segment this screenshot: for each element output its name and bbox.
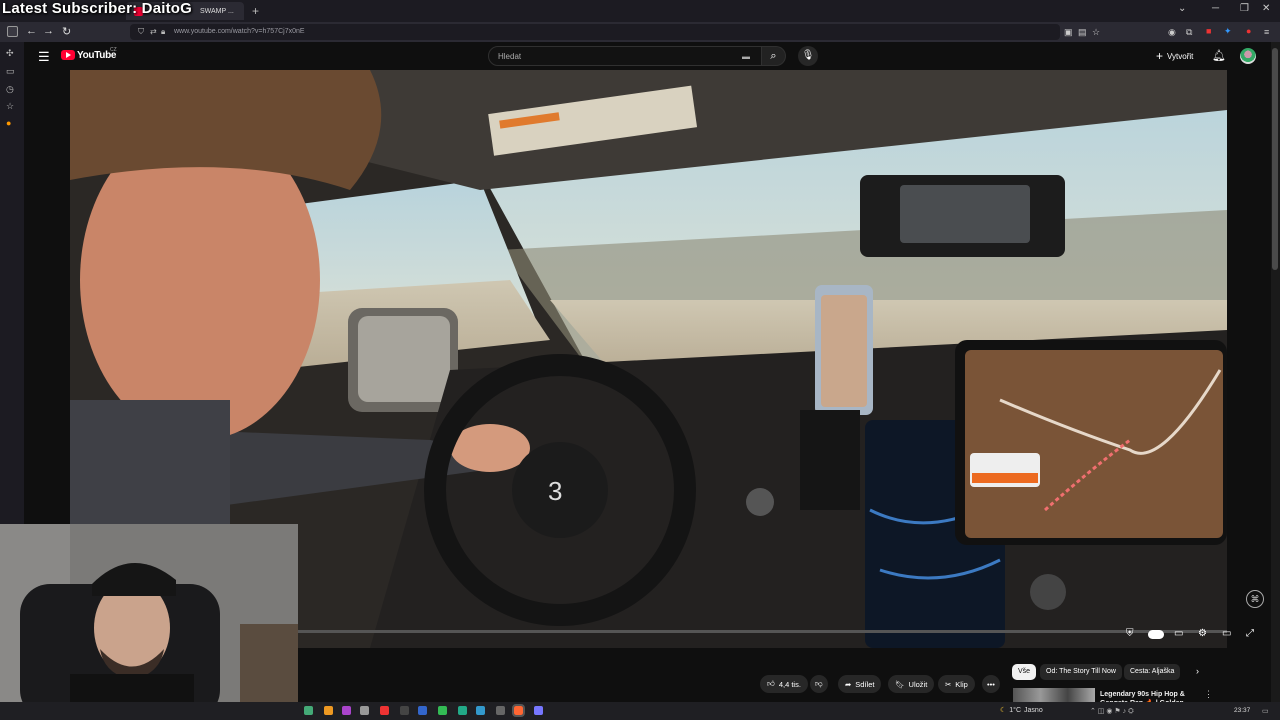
new-tab-button[interactable]: +	[252, 4, 259, 18]
channel-watermark-icon[interactable]: ⌘	[1246, 590, 1264, 608]
scissors-icon: ✂	[945, 679, 952, 689]
like-button[interactable]: 👍︎ 4,4 tis.	[760, 675, 808, 693]
notifications-bell-icon[interactable]: 🔔︎	[1212, 49, 1226, 62]
create-label: Vytvořit	[1167, 51, 1194, 61]
menu-hamburger-icon[interactable]: ≡	[1264, 27, 1269, 37]
page-scrollbar-thumb[interactable]	[1272, 48, 1278, 270]
notification-center-icon[interactable]: ▭	[1262, 707, 1269, 715]
bookmark-star-icon[interactable]: ☆	[1092, 27, 1100, 38]
extension-sidebar-icon[interactable]: ●	[6, 118, 11, 128]
theater-mode-icon[interactable]: ▭	[1222, 628, 1231, 639]
thumbs-up-icon: 👍︎	[767, 679, 775, 688]
avatar[interactable]	[1240, 48, 1256, 64]
taskbar-clock[interactable]: 23:37	[1234, 707, 1250, 714]
search-icon: ⌕	[770, 50, 777, 62]
webcam-image	[0, 524, 298, 720]
create-button[interactable]: + Vytvořit	[1156, 47, 1193, 65]
search-input[interactable]	[488, 46, 762, 66]
os-taskbar	[0, 702, 1280, 720]
recommendation-menu-icon[interactable]: ⋮	[1204, 689, 1213, 700]
taskbar-app-icon[interactable]	[342, 706, 351, 715]
taskbar-app-icon[interactable]	[476, 706, 485, 715]
microphone-icon: 🎙︎	[801, 50, 815, 61]
permissions-icon[interactable]: ⇄	[150, 27, 157, 36]
fullscreen-icon[interactable]: ⤢	[1246, 628, 1254, 639]
guide-menu-icon[interactable]: ☰	[38, 49, 50, 65]
clip-label: Klip	[955, 679, 968, 689]
reader-view-icon[interactable]: ▤	[1078, 27, 1087, 38]
taskbar-app-icon[interactable]	[400, 706, 409, 715]
minimize-button[interactable]: ─	[1212, 3, 1219, 14]
bookmark-icon: 🔖︎	[895, 679, 905, 689]
settings-gear-icon[interactable]: ⚙	[1198, 628, 1207, 639]
close-window-button[interactable]: ✕	[1262, 3, 1270, 14]
weather-widget[interactable]: ☾ 1°C Jasno	[1000, 706, 1043, 715]
extension-youtube-icon[interactable]: ●	[1246, 26, 1251, 36]
share-label: Sdílet	[855, 679, 875, 689]
tray-icons[interactable]: ⌃ ◫ ◉ ⚑ ♪ ⛭	[1090, 707, 1134, 716]
taskbar-app-icon[interactable]	[380, 706, 389, 715]
share-arrow-icon: ➦	[845, 679, 852, 689]
youtube-logo-icon[interactable]	[61, 50, 75, 60]
autoplay-badge-icon[interactable]: ⛨	[1126, 628, 1134, 639]
sidebar-toggle-icon[interactable]	[7, 26, 18, 37]
reload-icon[interactable]: ↻	[62, 25, 71, 38]
dislike-button[interactable]: 👎︎	[810, 675, 828, 693]
clip-button[interactable]: ✂ Klip	[938, 675, 975, 693]
svg-text:3: 3	[548, 476, 562, 506]
lock-icon[interactable]: 🔒︎	[161, 27, 165, 37]
shield-icon[interactable]: ⛉	[138, 27, 144, 37]
maximize-button[interactable]: ❐	[1240, 3, 1249, 14]
search-placeholder[interactable]: Hledat	[498, 52, 521, 61]
search-button[interactable]: ⌕	[762, 46, 786, 66]
moon-icon: ☾	[1000, 707, 1007, 714]
save-button[interactable]: 🔖︎ Uložit	[888, 675, 935, 693]
autoplay-toggle[interactable]	[1148, 630, 1164, 639]
streamer-webcam	[0, 524, 298, 720]
weather-desc: Jasno	[1024, 706, 1043, 714]
bookmarks-icon[interactable]: ☆	[6, 101, 14, 112]
more-actions-button[interactable]: •••	[982, 675, 1000, 693]
save-label: Uložit	[908, 679, 928, 689]
voice-search-button[interactable]: 🎙︎	[798, 46, 818, 66]
picture-in-picture-icon[interactable]: ▣	[1064, 27, 1073, 38]
extension-red-icon[interactable]: ■	[1206, 26, 1211, 36]
subtitles-icon[interactable]: ▭	[1174, 628, 1183, 639]
more-dots-icon: •••	[987, 679, 995, 689]
tab-list-chevron-icon[interactable]: ⌄	[1178, 3, 1186, 14]
history-icon[interactable]: ◷	[6, 84, 14, 95]
forward-arrow-icon[interactable]: →	[43, 25, 54, 37]
stream-subscriber-overlay: Latest Subscriber: DaitoG	[2, 0, 193, 17]
extensions-icon[interactable]: ⧉	[1186, 27, 1192, 38]
plus-icon: +	[1156, 49, 1164, 63]
back-arrow-icon[interactable]: ←	[26, 25, 37, 37]
taskbar-app-icon[interactable]	[534, 706, 543, 715]
account-icon[interactable]: ◉	[1168, 27, 1176, 38]
url-text[interactable]: www.youtube.com/watch?v=h757Cj7x0nE	[174, 28, 305, 35]
taskbar-app-icon[interactable]	[360, 706, 369, 715]
taskbar-app-icon[interactable]	[458, 706, 467, 715]
like-count: 4,4 tis.	[778, 679, 801, 689]
taskbar-app-icon[interactable]	[418, 706, 427, 715]
taskbar-app-icon[interactable]	[324, 706, 333, 715]
ai-chatbot-icon[interactable]: ✣	[6, 48, 14, 59]
taskbar-firefox-icon[interactable]	[512, 704, 525, 717]
taskbar-app-icon[interactable]	[496, 706, 505, 715]
extension-blue-icon[interactable]: ✦	[1224, 26, 1232, 37]
share-button[interactable]: ➦ Sdílet	[838, 675, 882, 693]
taskbar-app-icon[interactable]	[304, 706, 313, 715]
weather-temp: 1°C	[1009, 706, 1022, 714]
chip-from-channel[interactable]: Od: The Story Till Now	[1040, 664, 1122, 680]
chip-all[interactable]: Vše	[1012, 664, 1037, 680]
taskbar-app-icon[interactable]	[438, 706, 447, 715]
country-code: CZ	[110, 47, 117, 53]
chip-alaska[interactable]: Cesta: Aljaška	[1124, 664, 1181, 680]
chevron-right-icon[interactable]: ›	[1196, 666, 1199, 676]
thumbs-down-icon: 👎︎	[815, 679, 823, 688]
synced-tabs-icon[interactable]: ▭	[6, 66, 15, 77]
keyboard-icon[interactable]: ▬	[742, 52, 750, 61]
